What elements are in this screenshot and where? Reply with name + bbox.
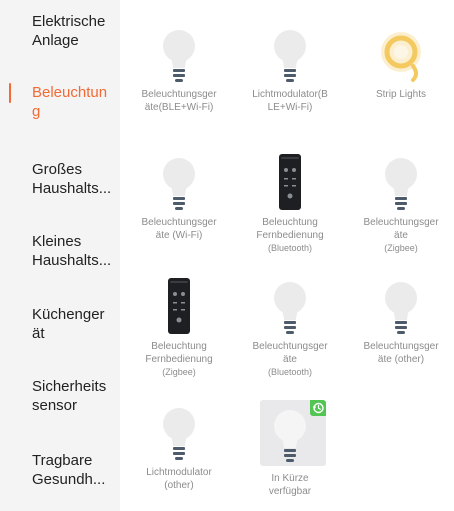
sidebar-item-kitchen[interactable]: Küchenger ät [32,305,118,343]
bulb-icon [385,158,417,210]
sidebar-item-lighting[interactable]: Beleuchtun g [32,83,118,121]
category-sidebar: Elektrische Anlage Beleuchtun g Großes H… [0,0,120,511]
bulb-icon [163,30,195,82]
device-tile[interactable]: Lichtmodulator (other) [127,394,231,502]
device-label: Beleuchtung Fernbedienung [256,217,324,241]
remote-control-icon [168,278,190,334]
device-tile[interactable]: Beleuchtungsger äte(BLE+Wi-Fi) [127,16,231,124]
sidebar-item-large-appliances[interactable]: Großes Haushalts... [32,160,118,198]
device-tile[interactable]: Beleuchtungsger äte (other) [349,268,453,376]
device-tile[interactable]: Beleuchtung Fernbedienung (Bluetooth) [238,144,342,253]
device-tile-coming-soon[interactable]: In Kürze verfügbar [238,400,342,508]
device-category-screen: Elektrische Anlage Beleuchtun g Großes H… [0,0,454,511]
device-sublabel: (Bluetooth) [267,367,313,377]
device-tile[interactable]: Beleuchtungsger äte (Bluetooth) [238,268,342,377]
device-sublabel: (Bluetooth) [267,243,313,253]
sidebar-item-small-appliances[interactable]: Kleines Haushalts... [32,232,118,270]
device-label: Beleuchtungsger äte(BLE+Wi-Fi) [141,89,217,113]
history-icon [310,400,326,416]
bulb-icon [385,282,417,334]
device-label: Lichtmodulator (other) [146,467,212,491]
strip-lights-icon [381,32,421,82]
device-label: Beleuchtungsger äte (Wi-Fi) [141,217,217,241]
device-tile[interactable]: Beleuchtungsger äte (Wi-Fi) [127,144,231,252]
bulb-icon [163,158,195,210]
device-tile[interactable]: Beleuchtung Fernbedienung (Zigbee) [127,268,231,377]
device-label: Beleuchtungsger äte [363,217,439,241]
device-sublabel: (Zigbee) [384,243,418,253]
device-label: Lichtmodulator(B LE+Wi-Fi) [252,89,328,113]
device-label: In Kürze verfügbar [268,473,312,497]
device-label: Beleuchtungsger äte (other) [363,341,439,365]
bulb-icon [163,408,195,460]
device-tile[interactable]: Strip Lights [349,16,453,124]
device-label: Beleuchtung Fernbedienung [145,341,213,365]
active-indicator [9,83,11,103]
device-label: Strip Lights [375,89,427,100]
device-tile[interactable]: Beleuchtungsger äte (Zigbee) [349,144,453,253]
bulb-icon [274,30,306,82]
sidebar-item-wearable-health[interactable]: Tragbare Gesundh... [32,451,118,489]
sidebar-item-security-sensor[interactable]: Sicherheits sensor [32,377,118,415]
remote-control-icon [279,154,301,210]
bulb-icon [274,282,306,334]
device-label: Beleuchtungsger äte [252,341,328,365]
sidebar-item-electrical[interactable]: Elektrische Anlage [32,12,118,50]
device-sublabel: (Zigbee) [162,367,196,377]
device-tile[interactable]: Lichtmodulator(B LE+Wi-Fi) [238,16,342,124]
device-grid: Beleuchtungsger äte(BLE+Wi-Fi) Lichtmodu… [120,0,454,511]
